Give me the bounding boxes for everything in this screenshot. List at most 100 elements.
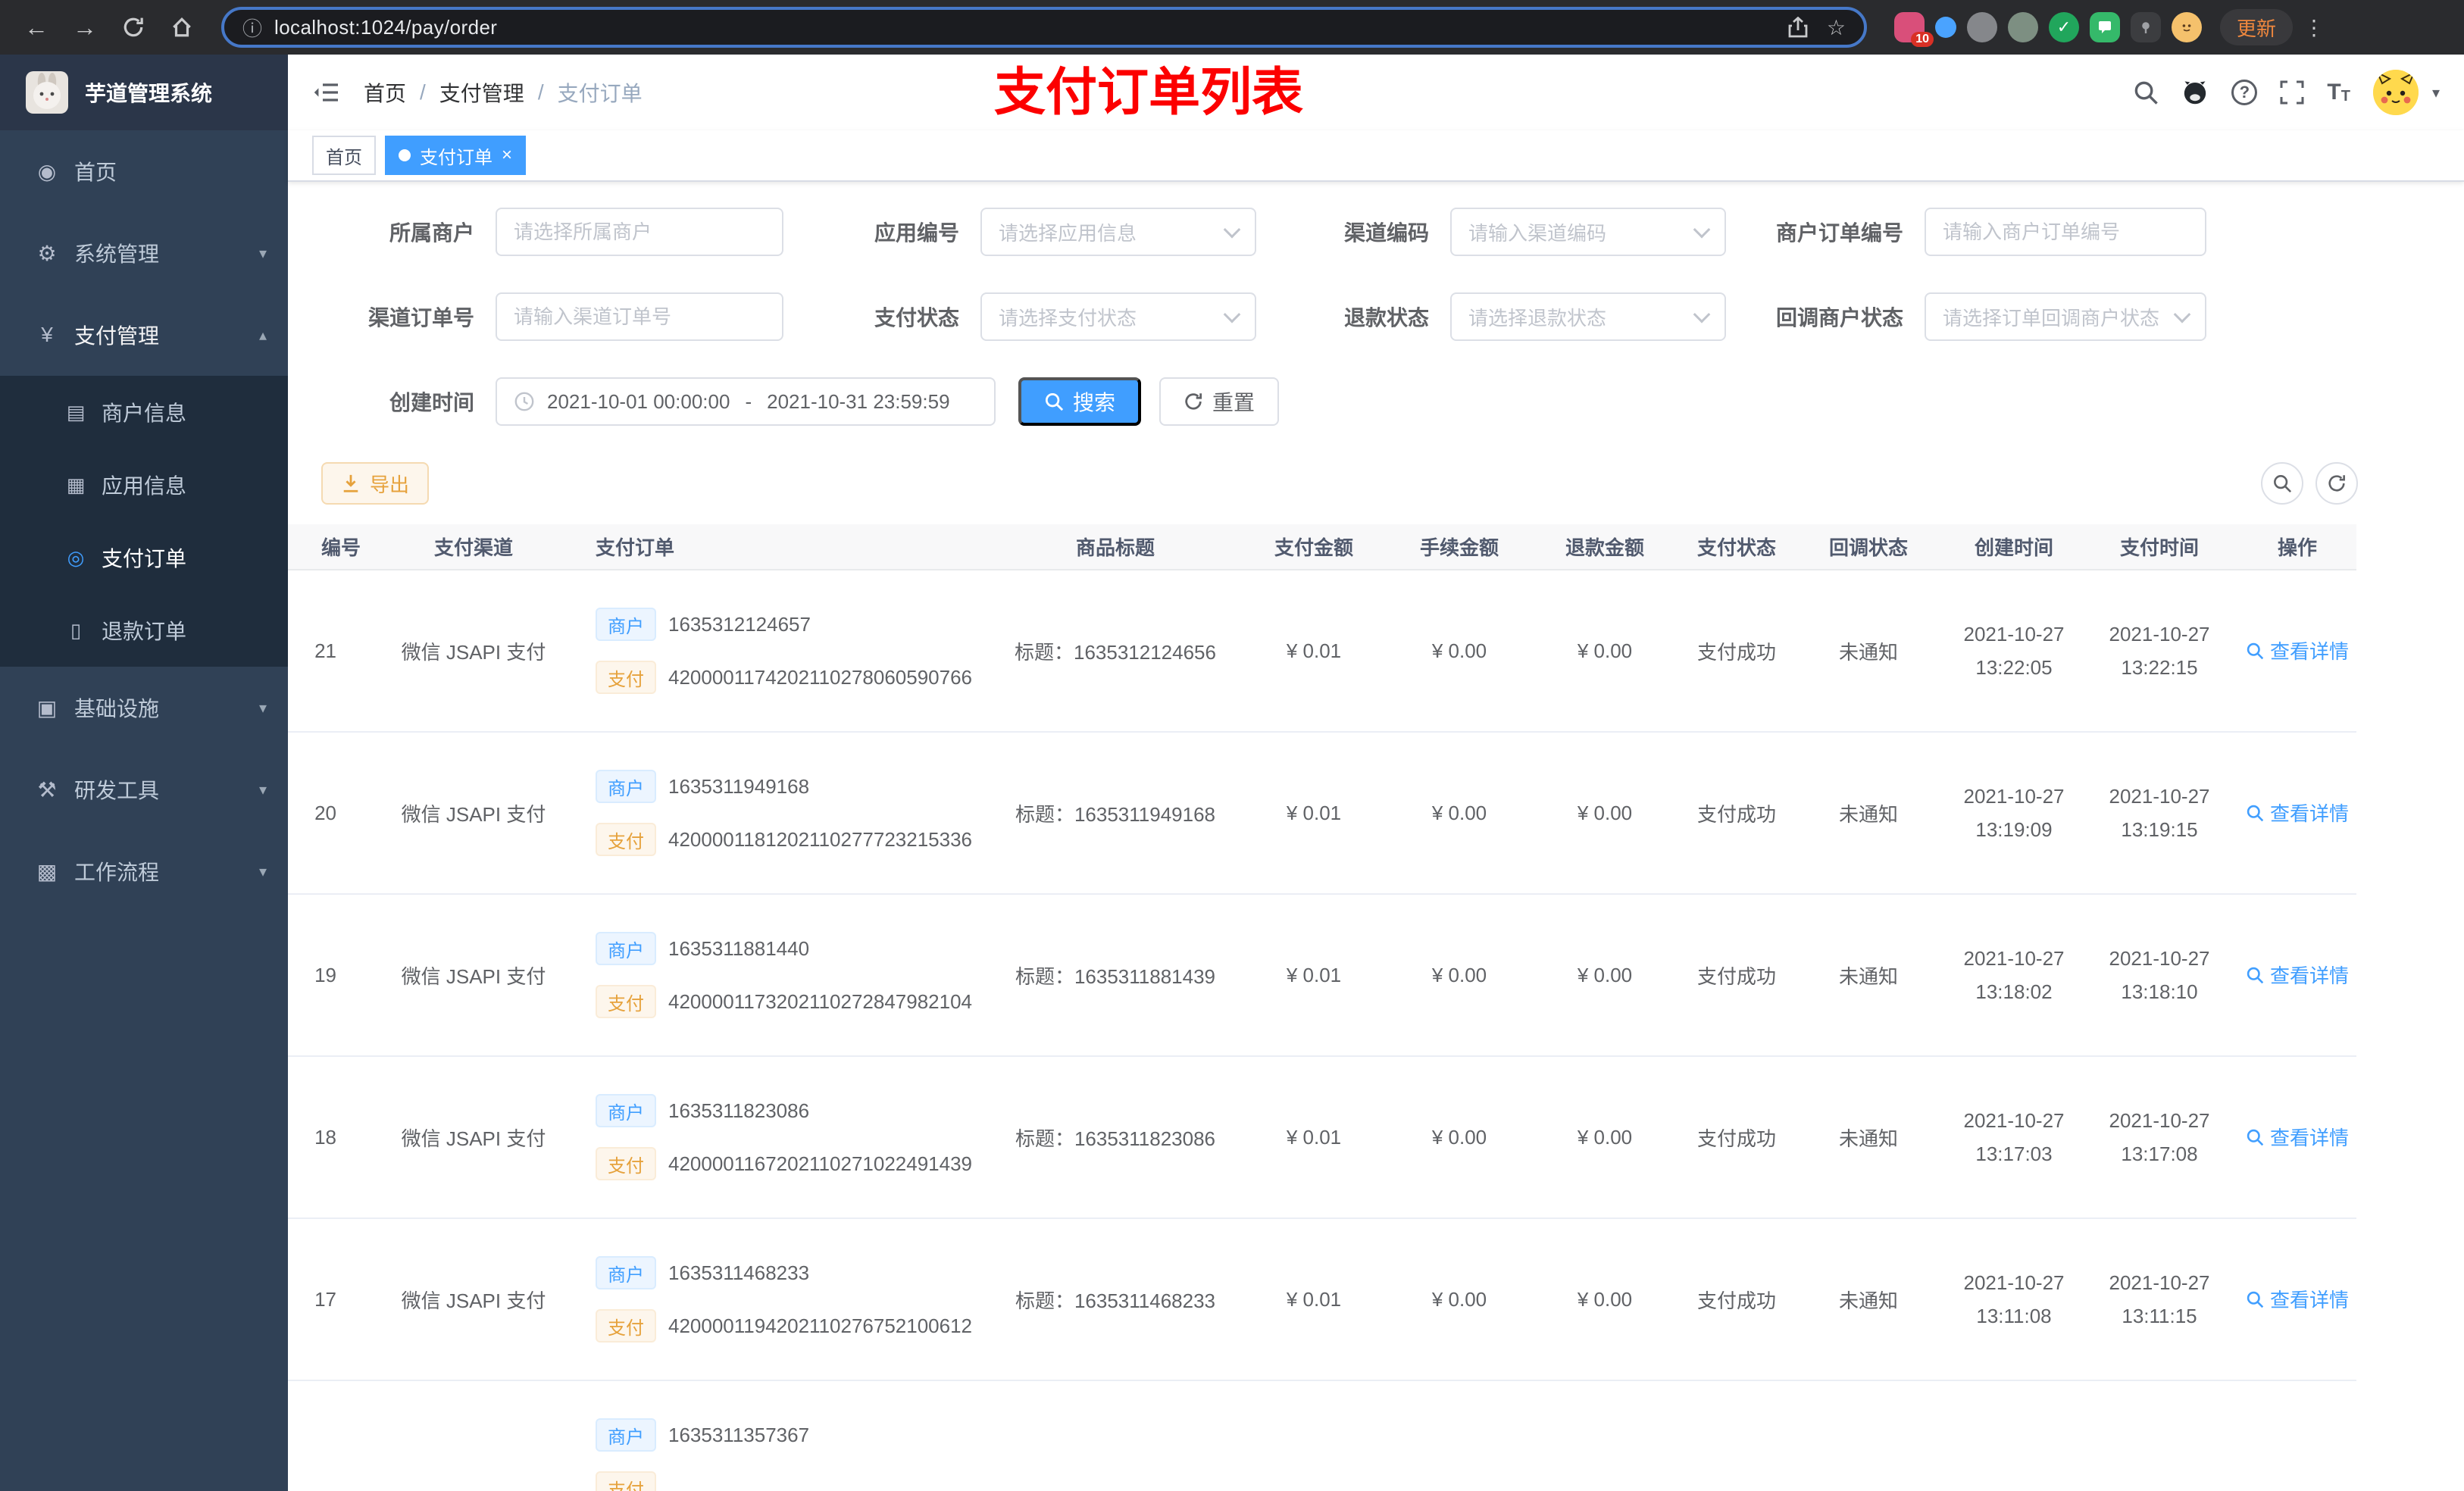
browser-update-button[interactable]: 更新 <box>2220 9 2294 45</box>
pay-time-cell: 2021-10-27 13:17:08 <box>2081 1056 2238 1219</box>
reset-button-label: 重置 <box>1212 391 1255 414</box>
browser-back-button[interactable]: ← <box>15 6 58 48</box>
export-button[interactable]: 导出 <box>321 462 430 505</box>
channel-pay-no: 4200001174202110278060590766 <box>668 665 973 689</box>
refresh-table-button[interactable] <box>2315 462 2358 505</box>
merchant-input[interactable] <box>496 208 783 256</box>
sidebar-item-app-info[interactable]: ▦ 应用信息 <box>0 449 288 521</box>
actions-cell: 查看详情 <box>2238 732 2356 895</box>
filter-label-channel-order-no: 渠道订单号 <box>367 306 474 330</box>
refresh-icon <box>124 17 143 37</box>
notify-status-cell: 未通知 <box>1790 570 1947 733</box>
search-icon[interactable] <box>2133 80 2159 105</box>
view-detail-link[interactable]: 查看详情 <box>2246 961 2349 989</box>
profile-memoji-icon[interactable] <box>2172 12 2202 42</box>
site-info-icon[interactable]: ⓘ <box>242 14 262 42</box>
fee-cell <box>1393 1380 1526 1491</box>
breadcrumb-payment[interactable]: 支付管理 <box>439 77 524 108</box>
channel-order-no-input[interactable] <box>496 292 783 341</box>
extension-badge: 10 <box>1911 32 1934 47</box>
sidebar-item-payment[interactable]: ¥ 支付管理 ▴ <box>0 294 288 376</box>
pay-tag: 支付 <box>596 1309 656 1343</box>
extension-check-icon[interactable]: ✓ <box>2049 12 2079 42</box>
app-select[interactable]: 请选择应用信息 <box>980 208 1256 256</box>
view-detail-link[interactable]: 查看详情 <box>2246 636 2349 664</box>
app-logo[interactable]: 芋道管理系统 <box>0 55 288 130</box>
address-bar[interactable]: ⓘ localhost:1024/pay/order ☆ <box>221 7 1867 48</box>
sidebar: 芋道管理系统 ◉ 首页 ⚙ 系统管理 ▾ ¥ 支付管理 ▴ ▤ 商户信息 ▦ 应… <box>0 55 288 1491</box>
view-detail-link[interactable]: 查看详情 <box>2246 1123 2349 1151</box>
browser-refresh-button[interactable] <box>112 6 155 48</box>
extension-drop-icon[interactable] <box>1935 17 1956 38</box>
channel-code-select[interactable]: 请输入渠道编码 <box>1450 208 1726 256</box>
channel-pay-no: 4200001194202110276752100612 <box>668 1314 973 1337</box>
pay-tag: 支付 <box>596 1147 656 1180</box>
tools-icon: ⚒ <box>37 777 57 802</box>
help-icon[interactable]: ? <box>2231 80 2258 105</box>
merchant-order-no-input[interactable] <box>1925 208 2206 256</box>
chevron-down-icon[interactable]: ▾ <box>2432 83 2440 102</box>
amount-cell <box>1235 1380 1393 1491</box>
table-row: 21 微信 JSAPI 支付 商户 1635312124657 支付 4200001… <box>288 570 2356 733</box>
breadcrumb-separator: / <box>420 80 426 104</box>
filter-label-pay-status: 支付状态 <box>874 306 959 330</box>
user-avatar[interactable] <box>2372 70 2419 115</box>
sidebar-item-infrastructure[interactable]: ▣ 基础设施 ▾ <box>0 667 288 749</box>
breadcrumb-home[interactable]: 首页 <box>364 77 406 108</box>
reset-button[interactable]: 重置 <box>1159 377 1280 426</box>
tags-view: 首页 支付订单 × <box>288 130 2464 182</box>
tab-home[interactable]: 首页 <box>312 136 376 175</box>
sidebar-item-refund-order[interactable]: ▯ 退款订单 <box>0 594 288 667</box>
tab-pay-order[interactable]: 支付订单 × <box>385 136 527 175</box>
workflow-icon: ▩ <box>36 859 58 883</box>
yen-icon: ¥ <box>41 323 53 346</box>
sidebar-item-workflow[interactable]: ▩ 工作流程 ▾ <box>0 830 288 912</box>
font-size-icon[interactable]: TT <box>2327 80 2350 105</box>
extension-grey-icon[interactable] <box>1967 12 1997 42</box>
sidebar-submenu-payment: ▤ 商户信息 ▦ 应用信息 ◎ 支付订单 ▯ 退款订单 <box>0 376 288 667</box>
github-icon[interactable] <box>2181 79 2209 106</box>
column-header-title: 商品标题 <box>996 524 1235 570</box>
sidebar-toggle-icon[interactable] <box>312 82 339 103</box>
sidebar-item-pay-order[interactable]: ◎ 支付订单 <box>0 521 288 594</box>
extension-pin-icon[interactable] <box>2131 12 2161 42</box>
pay-tag: 支付 <box>596 661 656 694</box>
pay-status-select[interactable]: 请选择支付状态 <box>980 292 1256 341</box>
create-time-range-picker[interactable]: 2021-10-01 00:00:00 - 2021-10-31 23:59:5… <box>496 377 996 426</box>
select-placeholder: 请选择支付状态 <box>999 306 1137 330</box>
view-detail-link[interactable]: 查看详情 <box>2246 1285 2349 1313</box>
browser-menu-icon[interactable]: ⋮ <box>2299 15 2329 40</box>
toggle-search-button[interactable] <box>2261 462 2303 505</box>
browser-forward-button[interactable]: → <box>64 6 106 48</box>
bookmark-star-icon[interactable]: ☆ <box>1827 15 1846 40</box>
tab-label: 首页 <box>326 147 362 168</box>
pay-status-cell: 支付成功 <box>1684 1218 1790 1381</box>
fullscreen-icon[interactable] <box>2280 80 2304 105</box>
pay-time-cell: 2021-10-27 13:18:10 <box>2081 894 2238 1057</box>
extension-grey-green-icon[interactable] <box>2008 12 2038 42</box>
refund-status-select[interactable]: 请选择退款状态 <box>1450 292 1726 341</box>
sidebar-item-system[interactable]: ⚙ 系统管理 ▾ <box>0 212 288 294</box>
tab-close-icon[interactable]: × <box>502 146 512 164</box>
pay-order-cell: 商户 1635312124657 支付 4200001174202110278060… <box>583 570 996 733</box>
sidebar-item-merchant-info[interactable]: ▤ 商户信息 <box>0 376 288 449</box>
share-icon[interactable] <box>1787 17 1809 38</box>
view-detail-link[interactable]: 查看详情 <box>2246 799 2349 827</box>
notify-status-cell <box>1790 1380 1947 1491</box>
sidebar-item-dev-tools[interactable]: ⚒ 研发工具 ▾ <box>0 749 288 830</box>
merchant-order-no: 1635311468233 <box>668 1261 810 1284</box>
notify-status-select[interactable]: 请选择订单回调商户状态 <box>1925 292 2206 341</box>
sidebar-item-label: 支付订单 <box>102 547 187 570</box>
sidebar-item-label: 系统管理 <box>74 242 160 266</box>
extension-pink-icon[interactable]: 10 <box>1894 12 1934 47</box>
sidebar-item-home[interactable]: ◉ 首页 <box>0 130 288 212</box>
browser-home-button[interactable] <box>161 6 203 48</box>
chevron-down-icon: ▾ <box>258 781 267 799</box>
select-placeholder: 请选择订单回调商户状态 <box>1943 306 2160 330</box>
search-button[interactable]: 搜索 <box>1018 377 1142 426</box>
column-header-channel: 支付渠道 <box>364 524 583 570</box>
pay-time-cell: 2021-10-27 13:11:15 <box>2081 1218 2238 1381</box>
extension-chat-icon[interactable] <box>2090 12 2120 42</box>
home-icon <box>173 17 191 37</box>
column-header-notify-status: 回调状态 <box>1790 524 1947 570</box>
